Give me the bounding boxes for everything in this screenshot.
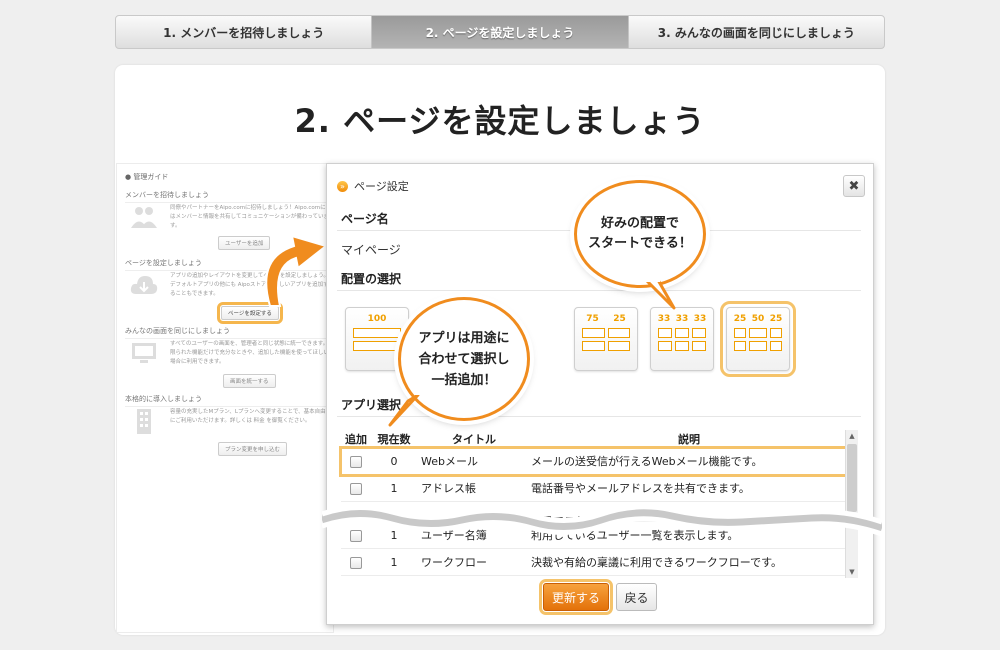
page-title: 2. ページを設定しましょう (294, 102, 706, 140)
table-row[interactable]: 1 ワークフロー 決裁や有給の稟議に利用できるワークフローです。 (341, 549, 847, 576)
layout-num: 50 (751, 314, 765, 324)
users-icon (131, 207, 157, 228)
callout-tail (642, 278, 676, 310)
guide-section-unify: みんなの画面を同じにしましょう すべてのユーザーの画面を、管理者と同じ状態に統一… (125, 326, 330, 388)
callout-line: スタートできる！ (588, 236, 692, 251)
guide-section-invite: メンバーを招待しましょう 同僚やパートナーをAipo.comに招待しましょう！A… (125, 190, 330, 250)
step-1-invite[interactable]: 1. メンバーを招待しましょう (116, 16, 373, 48)
back-button[interactable]: 戻る (616, 583, 657, 611)
table-row[interactable]: 0 Webメール メールの送受信が行えるWebメール機能です。 (339, 446, 849, 477)
add-checkbox[interactable] (350, 482, 362, 495)
guide-section-title: メンバーを招待しましょう (125, 190, 330, 203)
building-icon (137, 409, 151, 434)
row-desc: 電話番号やメールアドレスを共有できます。 (531, 482, 750, 495)
col-title: タイトル (452, 432, 496, 446)
update-button[interactable]: 更新する (539, 579, 613, 615)
page-name-value[interactable]: マイページ (341, 241, 401, 258)
guide-section-text: すべてのユーザーの画面を、管理者と同じ状態に統一できます。限られた機能だけで充分… (170, 341, 330, 365)
row-desc: 決裁や有給の稟議に利用できるワークフローです。 (531, 556, 783, 569)
col-count: 現在数 (377, 432, 411, 446)
plan-change-button[interactable]: プラン変更を申し込む (218, 442, 288, 456)
row-title: アドレス帳 (421, 482, 476, 495)
callout-line: 合わせて選択し (418, 351, 510, 367)
scroll-down-icon[interactable]: ▼ (846, 566, 858, 578)
modal-title: ページ設定 (354, 180, 409, 193)
layout-num: 25 (769, 314, 783, 324)
layout-callout: 好みの配置で スタートできる！ (574, 180, 706, 288)
callout-tail (388, 395, 420, 427)
callout-line: 一括追加！ (431, 372, 497, 388)
monitor-icon (132, 343, 156, 363)
unify-screen-button[interactable]: 画面を統一する (223, 374, 276, 388)
layout-num: 100 (367, 314, 387, 324)
layout-option-25-50-25[interactable]: 25 50 25 (720, 301, 796, 377)
page-name-label: ページ名 (341, 212, 389, 226)
add-checkbox[interactable] (350, 455, 362, 468)
step-2-page-setup[interactable]: 2. ページを設定しましょう (372, 16, 629, 48)
guide-section-title: みんなの画面を同じにしましょう (125, 326, 330, 339)
scroll-up-icon[interactable]: ▲ (846, 430, 858, 442)
layout-option-75-25[interactable]: 75 25 (574, 307, 638, 371)
callout-line: 好みの配置で (600, 216, 679, 231)
layout-num: 25 (733, 314, 747, 324)
guide-section-title: 本格的に導入しましょう (125, 394, 330, 407)
step-3-unify-screen[interactable]: 3. みんなの画面を同じにしましょう (629, 16, 884, 48)
callout-line: アプリは用途に (418, 330, 510, 346)
wavy-cut-divider (322, 504, 882, 537)
row-count: 0 (390, 454, 398, 468)
step-navigation: 1. メンバーを招待しましょう 2. ページを設定しましょう 3. みんなの画面… (115, 15, 885, 49)
cloud-download-icon (130, 276, 158, 294)
layout-num: 25 (613, 314, 626, 324)
row-count: 1 (390, 555, 398, 569)
row-count: 1 (390, 481, 398, 495)
layout-num: 75 (586, 314, 599, 324)
page-setup-button[interactable]: ページを設定する (217, 302, 283, 324)
layout-label: 配置の選択 (341, 272, 402, 286)
layout-num: 33 (693, 314, 707, 324)
close-button[interactable]: ✖ (843, 175, 865, 197)
arrow-bullet-icon: » (337, 180, 348, 192)
col-desc: 説明 (678, 432, 700, 446)
divider (337, 290, 861, 291)
guide-section-plan: 本格的に導入しましょう 容量の充実したMプラン、Lプランへ変更することで、基本自… (125, 394, 330, 456)
modal-header: » ページ設定 (337, 178, 409, 194)
curved-arrow-icon (265, 234, 329, 307)
row-desc: メールの送受信が行えるWebメール機能です。 (531, 455, 763, 468)
guide-section-text: 容量の充実したMプラン、Lプランへ変更することで、基本自由にご利用いただけます。… (170, 409, 326, 424)
table-header: 追加 現在数 タイトル 説明 (341, 430, 847, 448)
add-checkbox[interactable] (350, 556, 362, 569)
row-title: ワークフロー (421, 556, 487, 569)
guide-header: ● 管理ガイド (125, 173, 169, 181)
row-title: Webメール (421, 455, 478, 468)
col-add: 追加 (345, 432, 367, 446)
